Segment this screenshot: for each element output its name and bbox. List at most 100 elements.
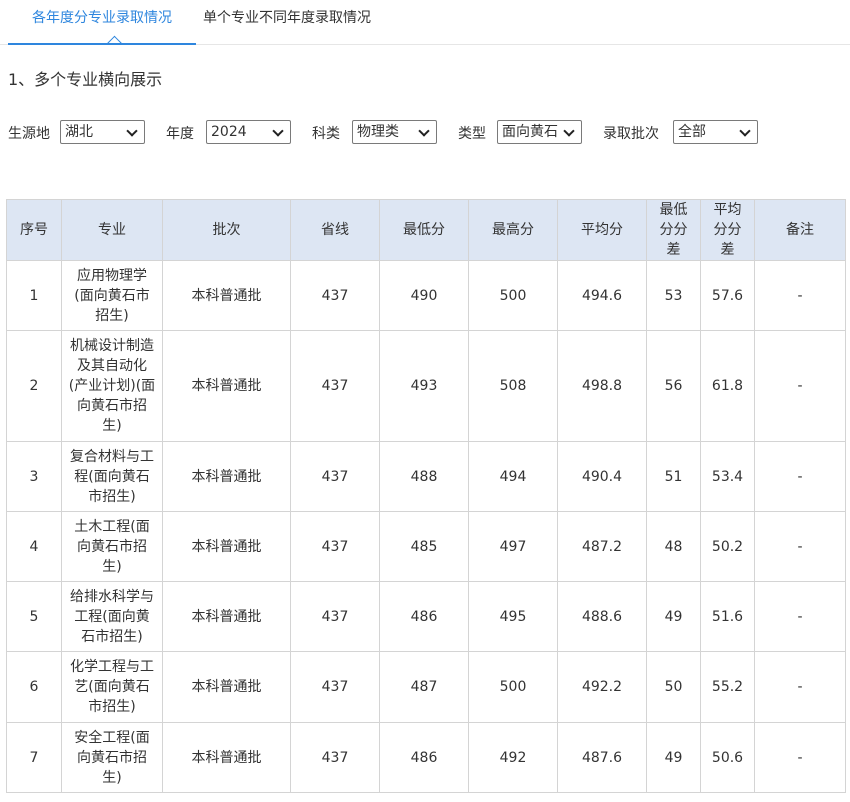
admission-table: 序号 专业 批次 省线 最低分 最高分 平均分 最低分分差 平均分分差 备注 1… xyxy=(6,199,846,793)
year-select-value: 2024 xyxy=(211,124,247,140)
cell-major: 土木工程(面向黄石市招生) xyxy=(61,511,163,582)
table-row: 5 给排水科学与工程(面向黄石市招生) 本科普通批 437 486 495 48… xyxy=(6,581,846,652)
cell-min-score: 493 xyxy=(379,330,469,442)
cell-avg-score: 492.2 xyxy=(557,651,647,723)
cell-avg-diff: 50.2 xyxy=(700,511,755,582)
cell-major: 给排水科学与工程(面向黄石市招生) xyxy=(61,581,163,652)
table-header-row: 序号 专业 批次 省线 最低分 最高分 平均分 最低分分差 平均分分差 备注 xyxy=(6,199,846,261)
section-title: 1、多个专业横向展示 xyxy=(8,70,163,89)
cell-batch: 本科普通批 xyxy=(162,260,291,331)
cell-min-score: 488 xyxy=(379,441,469,512)
subject-select-value: 物理类 xyxy=(357,124,399,140)
header-batch: 批次 xyxy=(162,199,291,261)
header-avg-diff: 平均分分差 xyxy=(700,199,755,261)
header-avg-score: 平均分 xyxy=(557,199,647,261)
header-note: 备注 xyxy=(754,199,846,261)
cell-avg-diff: 55.2 xyxy=(700,651,755,723)
cell-note: - xyxy=(754,581,846,652)
cell-province-line: 437 xyxy=(290,581,380,652)
cell-batch: 本科普通批 xyxy=(162,651,291,723)
cell-max-score: 500 xyxy=(468,260,558,331)
cell-batch: 本科普通批 xyxy=(162,511,291,582)
type-select[interactable]: 面向黄石 xyxy=(497,120,582,144)
year-select[interactable]: 2024 xyxy=(206,120,291,144)
cell-province-line: 437 xyxy=(290,651,380,723)
cell-avg-diff: 57.6 xyxy=(700,260,755,331)
table-row: 7 安全工程(面向黄石市招生) 本科普通批 437 486 492 487.6 … xyxy=(6,722,846,793)
cell-major: 应用物理学(面向黄石市招生) xyxy=(61,260,163,331)
cell-index: 5 xyxy=(6,581,62,652)
header-min-score: 最低分 xyxy=(379,199,469,261)
cell-index: 3 xyxy=(6,441,62,512)
cell-note: - xyxy=(754,260,846,331)
chevron-down-icon xyxy=(739,125,751,137)
table-row: 2 机械设计制造及其自动化(产业计划)(面向黄石市招生) 本科普通批 437 4… xyxy=(6,330,846,442)
cell-avg-score: 488.6 xyxy=(557,581,647,652)
cell-note: - xyxy=(754,511,846,582)
region-select[interactable]: 湖北 xyxy=(60,120,145,144)
cell-index: 4 xyxy=(6,511,62,582)
region-select-value: 湖北 xyxy=(65,124,93,140)
table-row: 4 土木工程(面向黄石市招生) 本科普通批 437 485 497 487.2 … xyxy=(6,511,846,582)
cell-major: 化学工程与工艺(面向黄石市招生) xyxy=(61,651,163,723)
cell-avg-score: 498.8 xyxy=(557,330,647,442)
filter-bar: 生源地 湖北 年度 2024 科类 物理类 类型 面向黄石 录取批次 全部 xyxy=(0,120,850,144)
cell-note: - xyxy=(754,722,846,793)
header-max-score: 最高分 xyxy=(468,199,558,261)
cell-min-score: 487 xyxy=(379,651,469,723)
tab-bar: 各年度分专业录取情况 单个专业不同年度录取情况 xyxy=(0,0,850,52)
cell-avg-diff: 61.8 xyxy=(700,330,755,442)
cell-min-score: 486 xyxy=(379,581,469,652)
cell-min-score: 490 xyxy=(379,260,469,331)
cell-major: 安全工程(面向黄石市招生) xyxy=(61,722,163,793)
cell-max-score: 497 xyxy=(468,511,558,582)
cell-min-score: 485 xyxy=(379,511,469,582)
cell-province-line: 437 xyxy=(290,722,380,793)
table-row: 1 应用物理学(面向黄石市招生) 本科普通批 437 490 500 494.6… xyxy=(6,260,846,331)
cell-batch: 本科普通批 xyxy=(162,330,291,442)
cell-max-score: 495 xyxy=(468,581,558,652)
header-index: 序号 xyxy=(6,199,62,261)
batch-select[interactable]: 全部 xyxy=(673,120,758,144)
cell-province-line: 437 xyxy=(290,441,380,512)
header-major: 专业 xyxy=(61,199,163,261)
cell-province-line: 437 xyxy=(290,511,380,582)
type-label: 类型 xyxy=(458,126,486,142)
cell-avg-diff: 50.6 xyxy=(700,722,755,793)
tab-label: 单个专业不同年度录取情况 xyxy=(203,10,371,26)
chevron-down-icon xyxy=(126,125,138,137)
cell-min-diff: 48 xyxy=(646,511,701,582)
chevron-down-icon xyxy=(418,125,430,137)
cell-avg-diff: 51.6 xyxy=(700,581,755,652)
cell-note: - xyxy=(754,441,846,512)
table-row: 6 化学工程与工艺(面向黄石市招生) 本科普通批 437 487 500 492… xyxy=(6,651,846,723)
cell-min-score: 486 xyxy=(379,722,469,793)
cell-index: 2 xyxy=(6,330,62,442)
active-tab-caret-icon xyxy=(106,35,123,52)
tab-yearly-by-major[interactable]: 各年度分专业录取情况 xyxy=(8,0,196,52)
header-min-diff: 最低分分差 xyxy=(646,199,701,261)
cell-batch: 本科普通批 xyxy=(162,441,291,512)
cell-max-score: 500 xyxy=(468,651,558,723)
cell-avg-score: 487.2 xyxy=(557,511,647,582)
cell-min-diff: 53 xyxy=(646,260,701,331)
cell-avg-score: 487.6 xyxy=(557,722,647,793)
cell-index: 1 xyxy=(6,260,62,331)
cell-min-diff: 50 xyxy=(646,651,701,723)
cell-max-score: 508 xyxy=(468,330,558,442)
chevron-down-icon xyxy=(272,125,284,137)
table-row: 3 复合材料与工程(面向黄石市招生) 本科普通批 437 488 494 490… xyxy=(6,441,846,512)
batch-select-value: 全部 xyxy=(678,124,706,140)
cell-major: 复合材料与工程(面向黄石市招生) xyxy=(61,441,163,512)
cell-province-line: 437 xyxy=(290,260,380,331)
cell-avg-diff: 53.4 xyxy=(700,441,755,512)
subject-select[interactable]: 物理类 xyxy=(352,120,437,144)
year-label: 年度 xyxy=(166,126,194,142)
region-label: 生源地 xyxy=(8,126,50,142)
subject-label: 科类 xyxy=(312,126,340,142)
cell-province-line: 437 xyxy=(290,330,380,442)
type-select-value: 面向黄石 xyxy=(502,124,558,140)
tab-label: 各年度分专业录取情况 xyxy=(32,10,172,26)
cell-max-score: 494 xyxy=(468,441,558,512)
tab-single-major-by-year[interactable]: 单个专业不同年度录取情况 xyxy=(203,0,371,44)
